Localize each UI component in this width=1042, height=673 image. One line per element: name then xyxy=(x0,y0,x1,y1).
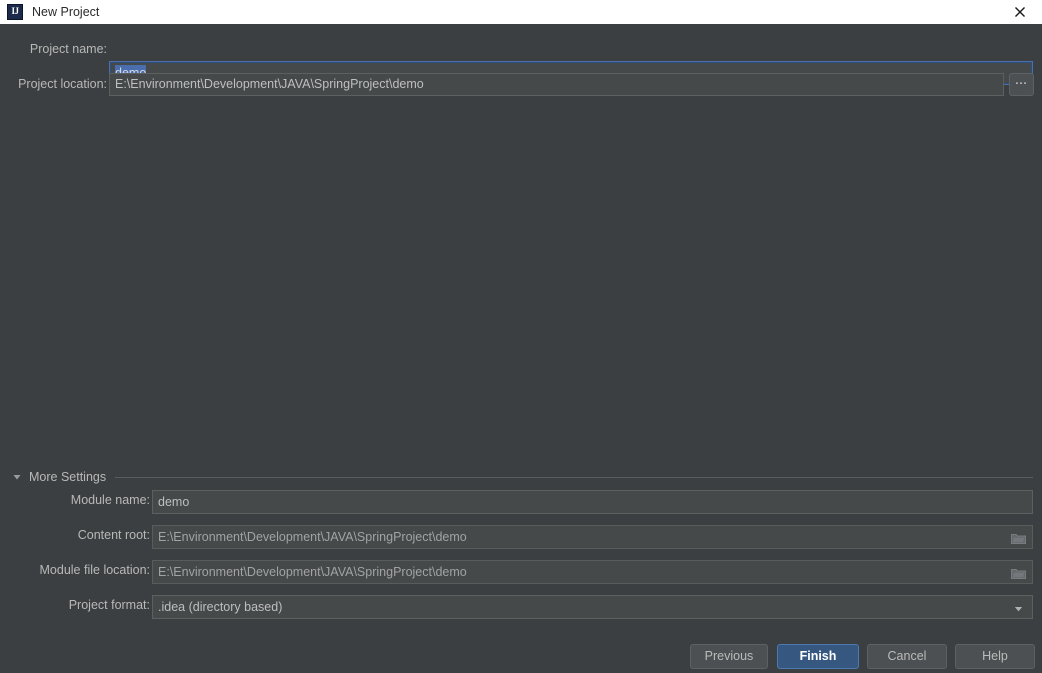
project-name-label: Project name: xyxy=(11,42,107,56)
folder-icon[interactable] xyxy=(1005,562,1031,584)
cancel-button[interactable]: Cancel xyxy=(867,644,947,669)
ellipsis-icon[interactable]: ... xyxy=(1009,73,1034,96)
new-project-dialog: IJ New Project Project name: demo Projec… xyxy=(0,0,1042,673)
browse-button-label: ... xyxy=(1015,75,1027,87)
dialog-titlebar: IJ New Project xyxy=(0,0,1042,24)
help-button[interactable]: Help xyxy=(955,644,1035,669)
project-format-combobox[interactable]: .idea (directory based) xyxy=(152,595,1033,619)
content-root-row: Content root: E:\Environment\Development… xyxy=(31,525,1033,549)
dialog-button-bar: Previous Finish Cancel Help xyxy=(0,644,1042,673)
project-format-label: Project format: xyxy=(69,598,150,612)
more-settings-label: More Settings xyxy=(29,470,106,484)
content-root-input[interactable]: E:\Environment\Development\JAVA\SpringPr… xyxy=(152,525,1033,549)
chevron-down-icon[interactable] xyxy=(11,471,23,483)
previous-button[interactable]: Previous xyxy=(690,644,768,669)
app-icon-label: IJ xyxy=(11,6,18,16)
dialog-title: New Project xyxy=(32,5,99,19)
module-file-location-input[interactable]: E:\Environment\Development\JAVA\SpringPr… xyxy=(152,560,1033,584)
finish-button[interactable]: Finish xyxy=(777,644,859,669)
module-name-row: Module name: demo xyxy=(31,490,1033,514)
module-file-location-value: E:\Environment\Development\JAVA\SpringPr… xyxy=(158,565,467,579)
module-name-input[interactable]: demo xyxy=(152,490,1033,514)
project-location-label: Project location: xyxy=(11,77,107,91)
project-format-value: .idea (directory based) xyxy=(158,600,282,614)
module-file-location-label: Module file location: xyxy=(40,563,150,577)
module-name-label: Module name: xyxy=(71,493,150,507)
section-separator xyxy=(115,477,1033,478)
project-name-row: Project name: xyxy=(11,38,107,60)
dialog-body: Project name: demo Project location: E:\… xyxy=(0,24,1042,673)
intellij-idea-icon: IJ xyxy=(7,4,23,20)
content-root-value: E:\Environment\Development\JAVA\SpringPr… xyxy=(158,530,467,544)
more-settings-section-header[interactable]: More Settings xyxy=(11,467,1033,487)
project-location-row: Project location: xyxy=(11,73,107,95)
content-root-label: Content root: xyxy=(78,528,150,542)
chevron-down-icon[interactable] xyxy=(1005,597,1031,619)
project-location-input[interactable]: E:\Environment\Development\JAVA\SpringPr… xyxy=(109,73,1004,96)
project-format-row: Project format: .idea (directory based) xyxy=(31,595,1033,619)
close-icon[interactable] xyxy=(998,0,1042,24)
module-file-location-row: Module file location: E:\Environment\Dev… xyxy=(31,560,1033,584)
folder-icon[interactable] xyxy=(1005,527,1031,549)
